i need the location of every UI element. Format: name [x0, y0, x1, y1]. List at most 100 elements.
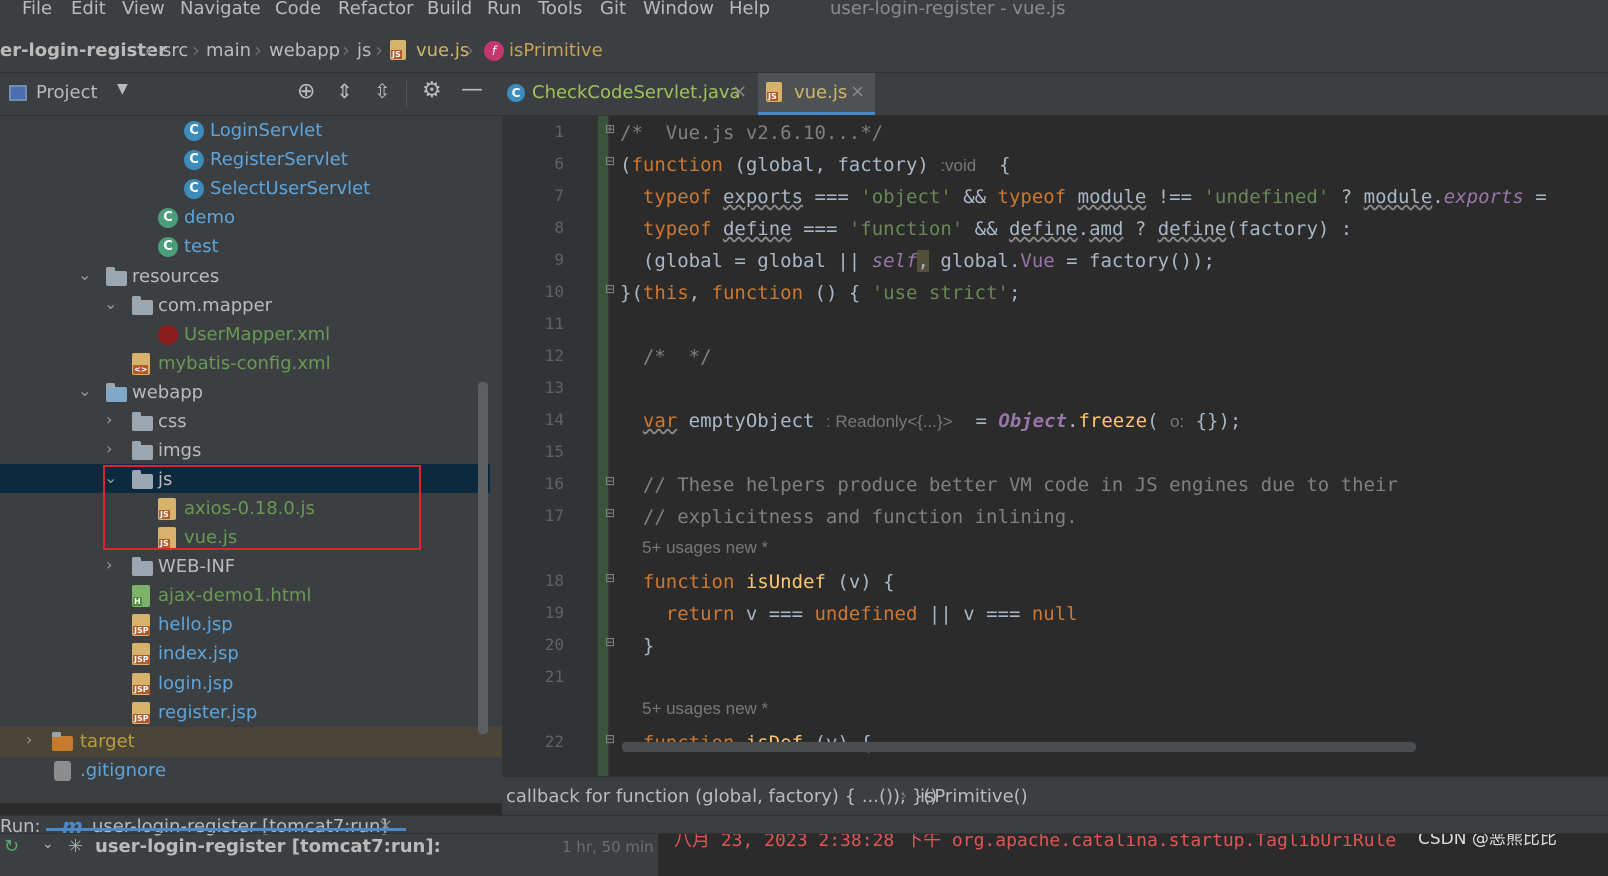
jsp-file-icon: JSP	[132, 614, 150, 636]
code-line[interactable]: function isUndef (v) {	[620, 571, 895, 593]
breadcrumb-js[interactable]: js	[357, 40, 371, 61]
usages-hint[interactable]: 5+ usages new *	[642, 699, 768, 719]
tree-item[interactable]: C SelectUserServlet	[0, 174, 490, 204]
tree-item[interactable]: ⌄ webapp	[0, 378, 490, 408]
breadcrumb: er-login-register › src › main › webapp …	[0, 24, 1608, 73]
chevron-down-icon[interactable]: ▼	[117, 81, 128, 97]
menu-view[interactable]: View	[122, 0, 165, 19]
run-tree-item[interactable]: user-login-register [tomcat7:run]:	[95, 836, 441, 857]
tree-item[interactable]: .gitignore	[0, 756, 490, 786]
code-line[interactable]: return v === undefined || v === null	[620, 603, 1078, 625]
tree-item[interactable]: UserMapper.xml	[0, 320, 490, 350]
breadcrumb-function[interactable]: isPrimitive	[509, 40, 603, 61]
tree-item-label: RegisterServlet	[210, 149, 348, 170]
chevron-right-icon[interactable]: ›	[106, 410, 112, 429]
fold-icon[interactable]: ⊟	[605, 635, 615, 649]
console-output[interactable]: 八月 23, 2023 2:38:28 下午 org.apache.catali…	[658, 834, 1608, 876]
menu-build[interactable]: Build	[427, 0, 472, 19]
fold-icon[interactable]: ⊞	[605, 122, 615, 136]
breadcrumb-main[interactable]: main	[206, 40, 251, 61]
fold-icon[interactable]: ⊟	[605, 732, 615, 746]
code-line[interactable]: (function (global, factory) :void {	[620, 154, 1011, 176]
menu-run[interactable]: Run	[487, 0, 522, 19]
code-line[interactable]: }	[620, 635, 654, 657]
tree-item[interactable]: <> mybatis-config.xml	[0, 349, 490, 379]
menu-file[interactable]: File	[22, 0, 52, 19]
tab-vuejs[interactable]: JS vue.js ×	[758, 73, 875, 115]
code-line[interactable]: // These helpers produce better VM code …	[620, 474, 1398, 496]
tree-item-label: ajax-demo1.html	[158, 585, 312, 606]
fold-icon[interactable]: ⊟	[605, 474, 615, 488]
tree-item[interactable]: H ajax-demo1.html	[0, 581, 490, 611]
chevron-right-icon[interactable]: ›	[106, 439, 112, 458]
chevron-right-icon[interactable]: ›	[26, 730, 32, 749]
chevron-down-icon[interactable]: ⌄	[78, 265, 91, 284]
minimize-icon[interactable]: —	[461, 77, 483, 102]
close-icon[interactable]: ×	[850, 81, 865, 102]
breadcrumb-webapp[interactable]: webapp	[269, 40, 340, 61]
code-line[interactable]: }(this, function () { 'use strict';	[620, 282, 1020, 304]
menu-code[interactable]: Code	[275, 0, 321, 19]
tree-item[interactable]: C test	[0, 232, 490, 262]
tree-item[interactable]: C RegisterServlet	[0, 145, 490, 175]
collapse-all-icon[interactable]: ⇳	[374, 79, 391, 103]
line-number: 1	[554, 122, 564, 141]
usages-hint[interactable]: 5+ usages new *	[642, 538, 768, 558]
close-icon[interactable]: ×	[732, 81, 747, 102]
breadcrumb-src[interactable]: src	[162, 40, 188, 61]
fold-icon[interactable]: ⊟	[605, 571, 615, 585]
menu-navigate[interactable]: Navigate	[180, 0, 261, 19]
rerun-icon[interactable]: ↻	[4, 836, 19, 857]
code-line[interactable]: /* */	[620, 346, 712, 368]
horizontal-scrollbar[interactable]	[622, 742, 1416, 752]
tab-checkcodeservlet[interactable]: C CheckCodeServlet.java ×	[502, 73, 758, 115]
breadcrumb-file[interactable]: vue.js	[416, 40, 469, 61]
code-line[interactable]: (global = global || self, global.Vue = f…	[620, 250, 1215, 272]
menu-refactor[interactable]: Refactor	[338, 0, 414, 19]
chevron-right-icon[interactable]: ›	[106, 555, 112, 574]
code-line[interactable]: // explicitness and function inlining.	[620, 506, 1078, 528]
menu-edit[interactable]: Edit	[71, 0, 106, 19]
fold-icon[interactable]: ⊟	[605, 506, 615, 520]
menu-git[interactable]: Git	[600, 0, 626, 19]
tree-item-label: register.jsp	[158, 702, 258, 723]
code-line[interactable]: var emptyObject : Readonly<{...}> = Obje…	[620, 410, 1241, 432]
code-editor[interactable]: 1 6 7 8 9 10 11 12 13 14 15 16 17 18 19 …	[502, 116, 1608, 776]
gear-icon[interactable]: ⚙	[422, 78, 442, 103]
tree-item[interactable]: › target	[0, 727, 502, 757]
tree-item[interactable]: › imgs	[0, 436, 490, 466]
status-path[interactable]: callback for function (global, factory) …	[506, 786, 937, 807]
code-line[interactable]: typeof exports === 'object' && typeof mo…	[620, 186, 1547, 208]
expand-all-icon[interactable]: ⇕	[336, 79, 353, 103]
line-number: 17	[544, 506, 564, 525]
tree-item[interactable]: ⌄ com.mapper	[0, 291, 490, 321]
tree-item[interactable]: JSP index.jsp	[0, 639, 490, 669]
fold-icon[interactable]: ⊟	[605, 282, 615, 296]
tree-item[interactable]: JSP login.jsp	[0, 669, 490, 699]
code-line[interactable]: typeof define === 'function' && define.a…	[620, 218, 1352, 240]
fold-icon[interactable]: ⊟	[605, 154, 615, 168]
chevron-down-icon[interactable]: ⌄	[42, 836, 54, 852]
tree-item[interactable]: JSP register.jsp	[0, 698, 490, 728]
tree-item[interactable]: JSP hello.jsp	[0, 610, 490, 640]
menu-window[interactable]: Window	[643, 0, 714, 19]
code-line[interactable]: /* Vue.js v2.6.10...*/	[620, 122, 883, 144]
tree-item[interactable]: › css	[0, 407, 490, 437]
tree-item[interactable]: C LoginServlet	[0, 116, 490, 146]
status-method[interactable]: isPrimitive()	[920, 786, 1028, 807]
window-title: user-login-register - vue.js	[830, 0, 1066, 19]
chevron-down-icon[interactable]: ⌄	[78, 381, 91, 400]
project-panel-title[interactable]: Project	[36, 82, 98, 103]
chevron-down-icon[interactable]: ⌄	[104, 294, 117, 313]
menu-tools[interactable]: Tools	[538, 0, 582, 19]
tree-item-label: UserMapper.xml	[184, 324, 331, 345]
menu-help[interactable]: Help	[729, 0, 770, 19]
line-number: 8	[554, 218, 564, 237]
tree-item[interactable]: ⌄ resources	[0, 262, 490, 292]
vcs-change-marker	[598, 116, 608, 776]
locate-icon[interactable]: ⊕	[297, 79, 315, 104]
tree-item[interactable]: C demo	[0, 203, 490, 233]
scrollbar[interactable]	[478, 382, 488, 734]
tree-item[interactable]: › WEB-INF	[0, 552, 490, 582]
breadcrumb-project[interactable]: er-login-register	[0, 40, 167, 61]
